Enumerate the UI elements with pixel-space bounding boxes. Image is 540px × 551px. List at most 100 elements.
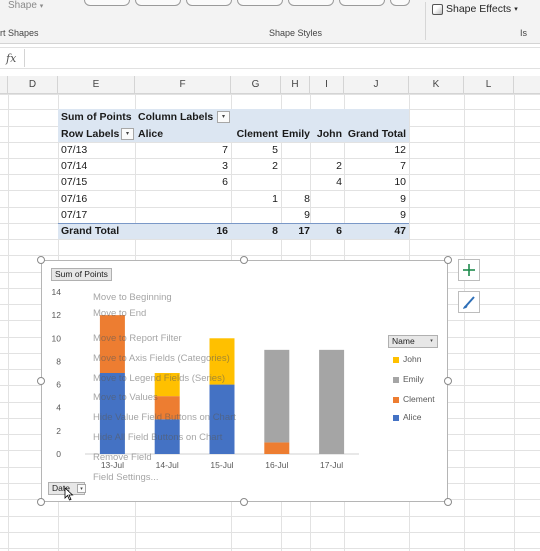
context-menu-item: Move to Values <box>93 392 158 403</box>
context-menu-item: Move to End <box>93 308 147 319</box>
pivot-grand-total-clement: 8 <box>272 225 278 237</box>
excel-window: Shape ▾ Shape Effects ▾ rt Shapes Shape … <box>0 0 540 551</box>
resize-handle-bottom-left[interactable] <box>37 498 45 506</box>
y-tick-label: 8 <box>56 356 61 366</box>
group-label-shape-styles: Shape Styles <box>269 28 323 38</box>
pivot-cell-total: 12 <box>394 144 406 156</box>
resize-handle-right[interactable] <box>444 377 452 385</box>
resize-handle-left[interactable] <box>37 377 45 385</box>
legend-item-clement[interactable]: Clement <box>393 394 435 405</box>
bar-clement-16-jul[interactable] <box>264 442 290 454</box>
bar-emily-16-jul[interactable] <box>264 349 290 443</box>
pivot-header-emily: Emily <box>281 128 310 140</box>
pivot-cell-clement: 5 <box>272 144 278 156</box>
pivot-grand-total-label: Grand Total <box>61 225 120 237</box>
shape-style-swatch-7[interactable] <box>390 0 410 6</box>
chevron-down-icon: ▾ <box>39 3 44 10</box>
pivot-cell-alice: 3 <box>222 160 228 172</box>
row-labels-filter-button[interactable]: ▾ <box>121 128 134 140</box>
grid-row-line <box>0 548 540 549</box>
pivot-cell-emily <box>278 174 310 190</box>
legend-swatch <box>393 376 399 383</box>
chart-elements-button[interactable] <box>458 259 480 281</box>
x-tick-label: 16-Jul <box>265 460 288 470</box>
y-tick-label: 10 <box>52 333 62 343</box>
context-menu-item: Hide All Field Buttons on Chart <box>93 432 223 443</box>
pivot-grand-total-total: 47 <box>394 225 406 237</box>
resize-handle-top[interactable] <box>240 256 248 264</box>
pivot-row-labels: Row Labels <box>61 128 120 140</box>
pivot-grand-total-emily: 17 <box>298 225 310 237</box>
context-menu-item: Move to Beginning <box>93 292 172 303</box>
column-header-e[interactable]: E <box>58 76 135 94</box>
formula-input[interactable] <box>28 49 538 67</box>
chart-styles-button[interactable] <box>458 291 480 313</box>
column-header-k[interactable]: K <box>409 76 464 94</box>
shape-effects-button[interactable]: Shape Effects ▾ <box>432 3 518 15</box>
shape-effects-icon <box>432 3 443 15</box>
shape-style-swatch-5[interactable] <box>288 0 334 6</box>
pivot-cell-alice: 6 <box>222 176 228 188</box>
pivot-grand-total-alice: 16 <box>216 225 228 237</box>
grid-column-line <box>8 94 9 551</box>
pivot-cell-john: 2 <box>336 160 342 172</box>
y-tick-label: 2 <box>56 426 61 436</box>
shape-button[interactable]: Shape ▾ <box>8 0 43 11</box>
grid-row-line <box>0 532 540 533</box>
column-header-row: D E F G H I J K L <box>0 76 540 94</box>
pivot-cell-john <box>310 142 342 158</box>
resize-handle-top-left[interactable] <box>37 256 45 264</box>
shape-style-swatch-1[interactable] <box>84 0 130 6</box>
pivot-column-labels: Column Labels <box>138 111 214 123</box>
grid-column-line <box>464 94 465 551</box>
pivot-header-grand-total: Grand Total <box>347 128 406 140</box>
resize-handle-bottom[interactable] <box>240 498 248 506</box>
column-header-h[interactable]: H <box>281 76 310 94</box>
legend-swatch <box>393 356 399 363</box>
shape-style-swatch-4[interactable] <box>237 0 283 6</box>
column-header-g[interactable]: G <box>231 76 281 94</box>
y-tick-label: 0 <box>56 449 61 459</box>
resize-handle-top-right[interactable] <box>444 256 452 264</box>
value-field-button[interactable]: Sum of Points <box>51 268 112 281</box>
pivot-cell-clement: 1 <box>272 193 278 205</box>
legend-item-john[interactable]: John <box>393 354 421 365</box>
pivot-row-label: 07/14 <box>61 160 88 172</box>
grid-row-line <box>0 516 540 517</box>
pivot-row-label: 07/15 <box>61 176 88 188</box>
column-header-cut[interactable] <box>0 76 8 94</box>
column-header-d[interactable]: D <box>8 76 58 94</box>
column-header-f[interactable]: F <box>135 76 231 94</box>
grid-row-line <box>0 239 540 240</box>
shape-style-swatch-3[interactable] <box>186 0 232 6</box>
shape-label: Shape <box>8 0 37 11</box>
pivot-row-label: 07/13 <box>61 144 88 156</box>
shape-style-swatch-2[interactable] <box>135 0 181 6</box>
column-header-j[interactable]: J <box>344 76 409 94</box>
pivot-cell-john <box>310 191 342 207</box>
x-tick-label: 15-Jul <box>210 460 233 470</box>
x-tick-label: 14-Jul <box>156 460 179 470</box>
column-header-i[interactable]: I <box>310 76 344 94</box>
pivot-cell-total: 9 <box>400 209 406 221</box>
column-labels-filter-button[interactable]: ▾ <box>217 111 230 123</box>
pivot-grand-total-john: 6 <box>336 225 342 237</box>
fx-icon[interactable]: fx <box>6 52 16 65</box>
pivot-cell-total: 10 <box>394 176 406 188</box>
group-label-more: Is <box>520 28 528 38</box>
column-header-l[interactable]: L <box>464 76 514 94</box>
legend-label: Emily <box>403 374 424 384</box>
legend-label: Clement <box>403 394 435 404</box>
y-tick-label: 12 <box>52 310 62 320</box>
pivot-row-label: 07/17 <box>61 209 88 221</box>
context-menu-item: Hide Value Field Buttons on Chart <box>93 412 236 423</box>
bar-emily-17-jul[interactable] <box>319 349 345 454</box>
legend-item-alice[interactable]: Alice <box>393 412 421 423</box>
legend-field-button[interactable]: Name ▾ <box>388 335 438 348</box>
mouse-cursor-icon <box>64 487 74 501</box>
legend-swatch <box>393 396 399 403</box>
legend-item-emily[interactable]: Emily <box>393 374 424 385</box>
pivot-title: Sum of Points <box>61 111 132 123</box>
shape-style-swatch-6[interactable] <box>339 0 385 6</box>
resize-handle-bottom-right[interactable] <box>444 498 452 506</box>
